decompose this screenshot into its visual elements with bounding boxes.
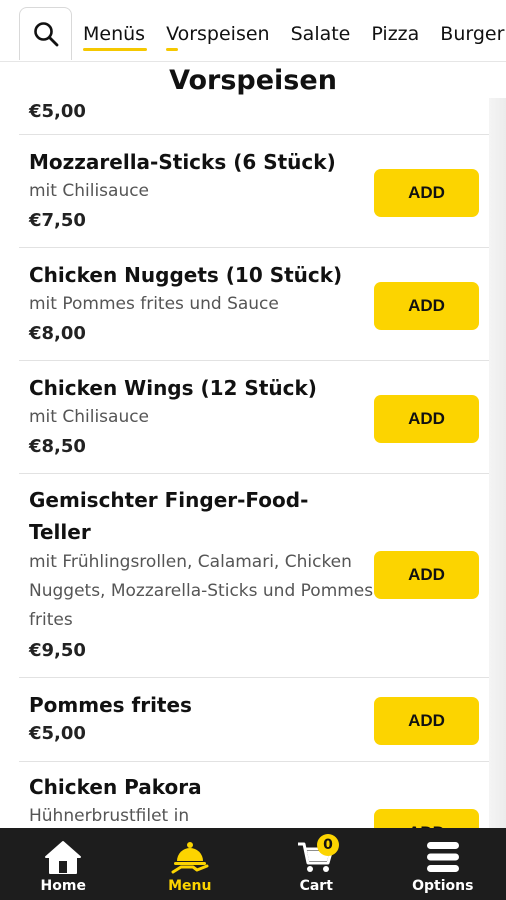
tab-label: Menüs xyxy=(83,23,146,45)
tab-salate[interactable]: Salate xyxy=(290,0,351,61)
add-button[interactable]: ADD xyxy=(374,282,479,330)
search-button[interactable] xyxy=(19,7,72,60)
add-button[interactable]: ADD xyxy=(374,551,479,599)
item-name: Chicken Wings (12 Stück) xyxy=(29,376,317,400)
nav-label: Cart xyxy=(299,878,333,894)
cart-count-badge: 0 xyxy=(317,834,339,856)
tab-pizza[interactable]: Pizza xyxy=(371,0,420,61)
item-price: €7,50 xyxy=(29,210,86,231)
item-name: Pommes frites xyxy=(29,693,192,717)
tab-label: Burger xyxy=(440,23,505,45)
item-description: mit Chilisauce xyxy=(29,181,150,201)
list-item: Pommes frites €5,00 ADD xyxy=(19,678,489,762)
item-name: Mozzarella-Sticks (6 Stück) xyxy=(29,150,336,174)
add-button[interactable]: ADD xyxy=(374,697,479,745)
item-name: Chicken Nuggets (10 Stück) xyxy=(29,263,343,287)
home-icon xyxy=(45,841,82,874)
item-name: Gemischter Finger-Food-Teller xyxy=(29,488,309,544)
tab-label: Vorspeisen xyxy=(166,23,270,45)
tab-underline xyxy=(166,48,179,51)
nav-label: Menu xyxy=(168,878,212,894)
item-description: Hühnerbrustfilet in xyxy=(29,806,190,826)
tab-menus[interactable]: Menüs xyxy=(83,0,147,61)
list-item: €5,00 xyxy=(19,98,489,135)
item-price: €5,00 xyxy=(29,101,86,122)
item-price: €9,50 xyxy=(29,640,86,661)
nav-home[interactable]: Home xyxy=(0,828,127,900)
item-description: mit Chilisauce xyxy=(29,407,150,427)
nav-label: Home xyxy=(40,878,86,894)
list-item: Chicken Pakora Hühnerbrustfilet in ADD xyxy=(19,762,489,828)
list-item: Chicken Wings (12 Stück) mit Chilisauce … xyxy=(19,361,489,474)
item-name: Chicken Pakora xyxy=(29,775,202,799)
item-price: €5,00 xyxy=(29,723,86,744)
tab-underline xyxy=(83,48,147,51)
nav-menu[interactable]: Menu xyxy=(127,828,254,900)
menu-list[interactable]: €5,00 Mozzarella-Sticks (6 Stück) mit Ch… xyxy=(0,98,506,828)
bottom-navigation: Home Menu 0 Cart Options xyxy=(0,828,506,900)
search-icon xyxy=(33,22,58,47)
tab-label: Salate xyxy=(290,23,351,45)
item-price: €8,00 xyxy=(29,323,86,344)
tab-vorspeisen[interactable]: Vorspeisen xyxy=(166,0,270,61)
section-title: Vorspeisen xyxy=(0,64,506,98)
category-tabs: Menüs Vorspeisen Salate Pizza Burger xyxy=(83,0,506,61)
add-button[interactable]: ADD xyxy=(374,395,479,443)
item-description: mit Pommes frites und Sauce xyxy=(29,294,279,314)
hamburger-icon xyxy=(426,842,459,872)
list-item: Mozzarella-Sticks (6 Stück) mit Chilisau… xyxy=(19,135,489,248)
tab-label: Pizza xyxy=(371,23,420,45)
list-item: Chicken Nuggets (10 Stück) mit Pommes fr… xyxy=(19,248,489,361)
list-item: Gemischter Finger-Food-Teller mit Frühli… xyxy=(19,474,489,678)
add-button[interactable]: ADD xyxy=(374,809,479,828)
nav-cart[interactable]: 0 Cart xyxy=(253,828,380,900)
menu-cloche-icon xyxy=(171,842,209,874)
item-price: €8,50 xyxy=(29,436,86,457)
category-bar: Menüs Vorspeisen Salate Pizza Burger xyxy=(0,0,506,62)
item-description: mit Frühlingsrollen, Calamari, Chicken N… xyxy=(29,552,374,630)
nav-label: Options xyxy=(412,878,474,894)
add-button[interactable]: ADD xyxy=(374,169,479,217)
tab-burger[interactable]: Burger xyxy=(440,0,505,61)
nav-options[interactable]: Options xyxy=(380,828,506,900)
